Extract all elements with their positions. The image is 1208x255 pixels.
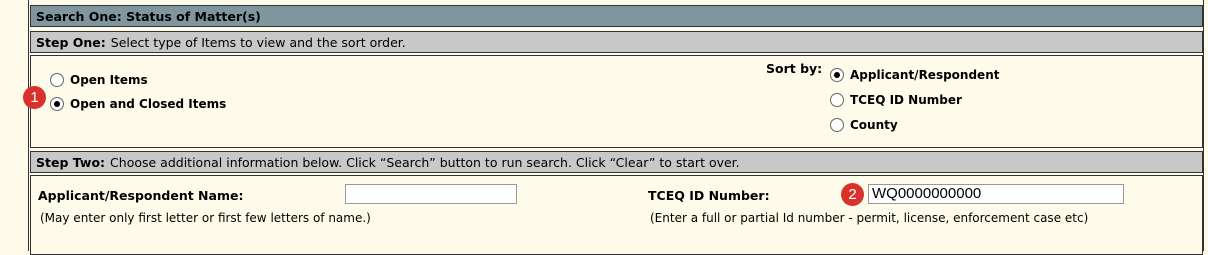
radio-label: Open Items [70, 73, 148, 87]
sort-by-label: Sort by: [766, 61, 823, 76]
applicant-name-hint: (May enter only first letter or first fe… [40, 211, 371, 225]
tceq-id-input[interactable]: WQ0000000000 [868, 184, 1124, 204]
section-title: Search One: Status of Matter(s) [36, 8, 261, 24]
step-two-text: Choose additional information below. Cli… [110, 154, 740, 170]
callout-badge-1: 1 [23, 86, 46, 109]
radio-button[interactable] [830, 68, 844, 82]
radio-sort-applicant[interactable]: Applicant/Respondent [830, 68, 999, 82]
radio-button[interactable] [50, 73, 64, 87]
section-header: Search One: Status of Matter(s) [30, 5, 1203, 27]
radio-label: Open and Closed Items [70, 97, 227, 111]
step-two-label: Step Two: [36, 154, 106, 170]
radio-sort-tceq-id[interactable]: TCEQ ID Number [830, 93, 962, 107]
callout-badge-2: 2 [841, 183, 864, 206]
radio-open-and-closed-items[interactable]: Open and Closed Items [50, 97, 226, 111]
step-one-label: Step One: [36, 34, 106, 50]
step-one-bar: Step One: Select type of Items to view a… [30, 31, 1203, 53]
radio-open-items[interactable]: Open Items [50, 73, 148, 87]
radio-button[interactable] [50, 97, 64, 111]
applicant-name-label: Applicant/Respondent Name: [38, 188, 244, 203]
step-two-bar: Step Two: Choose additional information … [30, 151, 1203, 173]
tceq-id-hint: (Enter a full or partial Id number - per… [650, 211, 1089, 225]
radio-label: TCEQ ID Number [850, 93, 962, 107]
radio-button[interactable] [830, 93, 844, 107]
tceq-id-label: TCEQ ID Number: [648, 188, 770, 203]
radio-button[interactable] [830, 118, 844, 132]
radio-label: County [850, 118, 898, 132]
radio-label: Applicant/Respondent [850, 68, 1000, 82]
radio-sort-county[interactable]: County [830, 118, 898, 132]
applicant-name-input[interactable] [345, 184, 517, 204]
step-one-text: Select type of Items to view and the sor… [110, 34, 406, 50]
